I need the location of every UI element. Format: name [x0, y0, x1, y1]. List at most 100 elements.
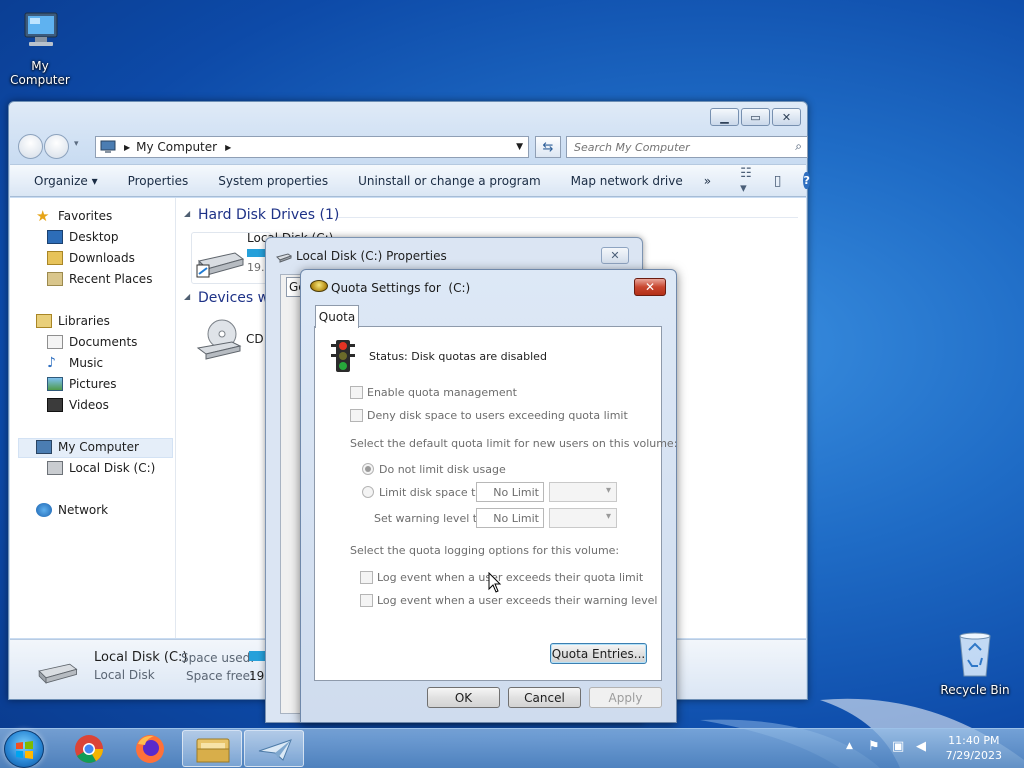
- desktop-icon-recycle-bin[interactable]: Recycle Bin: [935, 630, 1015, 697]
- tab-quota[interactable]: Quota: [315, 305, 359, 328]
- group-heading-hard-disks: Hard Disk Drives (1): [198, 207, 340, 223]
- details-space-used-label: Space used:: [181, 651, 255, 665]
- quota-disk-icon: [310, 280, 328, 292]
- search-box[interactable]: ⌕: [566, 136, 808, 158]
- properties-dialog-title: Local Disk (C:) Properties: [296, 249, 447, 263]
- close-icon: ✕: [644, 280, 656, 294]
- close-icon: ✕: [781, 110, 792, 124]
- nav-local-disk[interactable]: Local Disk (C:): [47, 461, 155, 475]
- warning-value-field[interactable]: No Limit: [476, 508, 544, 528]
- maximize-button[interactable]: ▭: [741, 108, 770, 126]
- system-properties-button[interactable]: System properties: [218, 174, 343, 188]
- nav-favorites[interactable]: ★ Favorites: [36, 209, 112, 224]
- refresh-icon: ⇆: [542, 139, 554, 155]
- log-warning-checkbox[interactable]: [360, 594, 373, 607]
- show-hidden-icons-icon[interactable]: ▲: [846, 741, 853, 751]
- collapse-group-icon[interactable]: ◢: [184, 209, 190, 218]
- more-commands-button[interactable]: »: [704, 174, 726, 188]
- help-icon[interactable]: ?: [803, 172, 810, 189]
- network-status-icon[interactable]: ▣: [892, 739, 904, 754]
- maximize-icon: ▭: [750, 110, 761, 124]
- uninstall-program-button[interactable]: Uninstall or change a program: [358, 174, 556, 188]
- address-dropdown-icon[interactable]: ▼: [516, 142, 523, 152]
- log-quota-checkbox[interactable]: [360, 571, 373, 584]
- desktop-icon-label: My Computer: [10, 59, 70, 87]
- breadcrumb-separator-icon[interactable]: ▶: [124, 143, 130, 152]
- nav-recent-places[interactable]: Recent Places: [47, 272, 152, 286]
- taskbar-firefox-button[interactable]: [120, 730, 180, 767]
- mouse-cursor-icon: [488, 572, 502, 593]
- folder-icon: [196, 738, 230, 763]
- nav-my-computer[interactable]: My Computer: [36, 440, 139, 454]
- no-limit-label: Do not limit disk usage: [379, 463, 506, 476]
- nav-downloads[interactable]: Downloads: [47, 251, 135, 265]
- search-input[interactable]: [567, 137, 777, 157]
- navigation-bar: ▾ ▶ My Computer ▶ ▼ ⇆ ⌕: [17, 132, 808, 160]
- cancel-button[interactable]: Cancel: [508, 687, 581, 708]
- cd-drive-label: CD: [246, 332, 264, 346]
- search-icon[interactable]: ⌕: [795, 139, 802, 154]
- preview-pane-icon[interactable]: ▯: [774, 173, 782, 189]
- warning-unit-dropdown[interactable]: [549, 508, 617, 528]
- organize-button[interactable]: Organize ▾: [34, 174, 113, 188]
- logging-heading: Select the quota logging options for thi…: [350, 544, 620, 557]
- taskbar-explorer-button[interactable]: [182, 730, 242, 767]
- quota-status-text: Status: Disk quotas are disabled: [369, 350, 547, 363]
- downloads-folder-icon: [47, 251, 63, 265]
- deny-space-label: Deny disk space to users exceeding quota…: [367, 409, 628, 422]
- no-limit-radio[interactable]: [362, 463, 374, 475]
- nav-music[interactable]: ♪ Music: [47, 356, 103, 370]
- nav-desktop[interactable]: Desktop: [47, 230, 119, 244]
- ok-button[interactable]: OK: [427, 687, 500, 708]
- traffic-light-icon: [331, 340, 355, 372]
- refresh-button[interactable]: ⇆: [535, 136, 561, 158]
- breadcrumb-my-computer[interactable]: My Computer: [136, 140, 217, 154]
- address-bar[interactable]: ▶ My Computer ▶ ▼: [95, 136, 529, 158]
- breadcrumb-separator-icon[interactable]: ▶: [225, 143, 231, 152]
- computer-icon: [100, 140, 116, 153]
- back-button[interactable]: [18, 134, 43, 159]
- nav-network[interactable]: Network: [36, 503, 108, 517]
- pictures-icon: [47, 377, 63, 391]
- group-heading-devices: Devices wi: [198, 290, 273, 306]
- desktop-icon-my-computer[interactable]: My Computer: [0, 8, 80, 87]
- deny-space-checkbox[interactable]: [350, 409, 363, 422]
- quota-dialog-title: Quota Settings for (C:): [331, 281, 471, 295]
- quota-dialog: Quota Settings for (C:) ✕ Quota Status: …: [300, 269, 677, 723]
- local-disk-item[interactable]: Local Disk (C:) 19.6: [191, 231, 333, 284]
- collapse-group-icon[interactable]: ◢: [184, 292, 190, 301]
- properties-button[interactable]: Properties: [128, 174, 204, 188]
- minimize-button[interactable]: ▁: [710, 108, 739, 126]
- chrome-icon: [75, 735, 103, 763]
- action-center-icon[interactable]: ⚑: [868, 739, 880, 754]
- view-options-icon[interactable]: ☷ ▾: [740, 166, 752, 196]
- enable-quota-label: Enable quota management: [367, 386, 517, 399]
- limit-unit-dropdown[interactable]: [549, 482, 617, 502]
- nav-documents[interactable]: Documents: [47, 335, 137, 349]
- recent-pages-icon[interactable]: ▾: [74, 139, 79, 149]
- properties-close-button[interactable]: ✕: [601, 247, 629, 264]
- recent-places-icon: [47, 272, 63, 286]
- libraries-icon: [36, 314, 52, 328]
- start-button[interactable]: [4, 730, 44, 768]
- nav-libraries[interactable]: Libraries: [36, 314, 110, 328]
- limit-disk-radio[interactable]: [362, 486, 374, 498]
- cd-drive-item[interactable]: CD: [191, 316, 271, 368]
- map-network-drive-button[interactable]: Map network drive: [571, 174, 698, 188]
- quota-entries-button[interactable]: Quota Entries...: [550, 643, 647, 664]
- nav-videos[interactable]: Videos: [47, 398, 109, 412]
- taskbar-app-button[interactable]: [244, 730, 304, 767]
- nav-pictures[interactable]: Pictures: [47, 377, 117, 391]
- hard-disk-icon: [196, 252, 245, 278]
- quota-close-button[interactable]: ✕: [634, 278, 666, 296]
- forward-button[interactable]: [44, 134, 69, 159]
- clock[interactable]: 11:40 PM 7/29/2023: [946, 733, 1002, 763]
- enable-quota-checkbox[interactable]: [350, 386, 363, 399]
- volume-icon[interactable]: ◀: [916, 739, 926, 754]
- close-button[interactable]: ✕: [772, 108, 801, 126]
- limit-value-field[interactable]: No Limit: [476, 482, 544, 502]
- apply-button[interactable]: Apply: [589, 687, 662, 708]
- details-space-free-label: Space free:: [186, 669, 255, 683]
- taskbar-chrome-button[interactable]: [59, 730, 119, 767]
- hard-disk-icon: [38, 663, 78, 684]
